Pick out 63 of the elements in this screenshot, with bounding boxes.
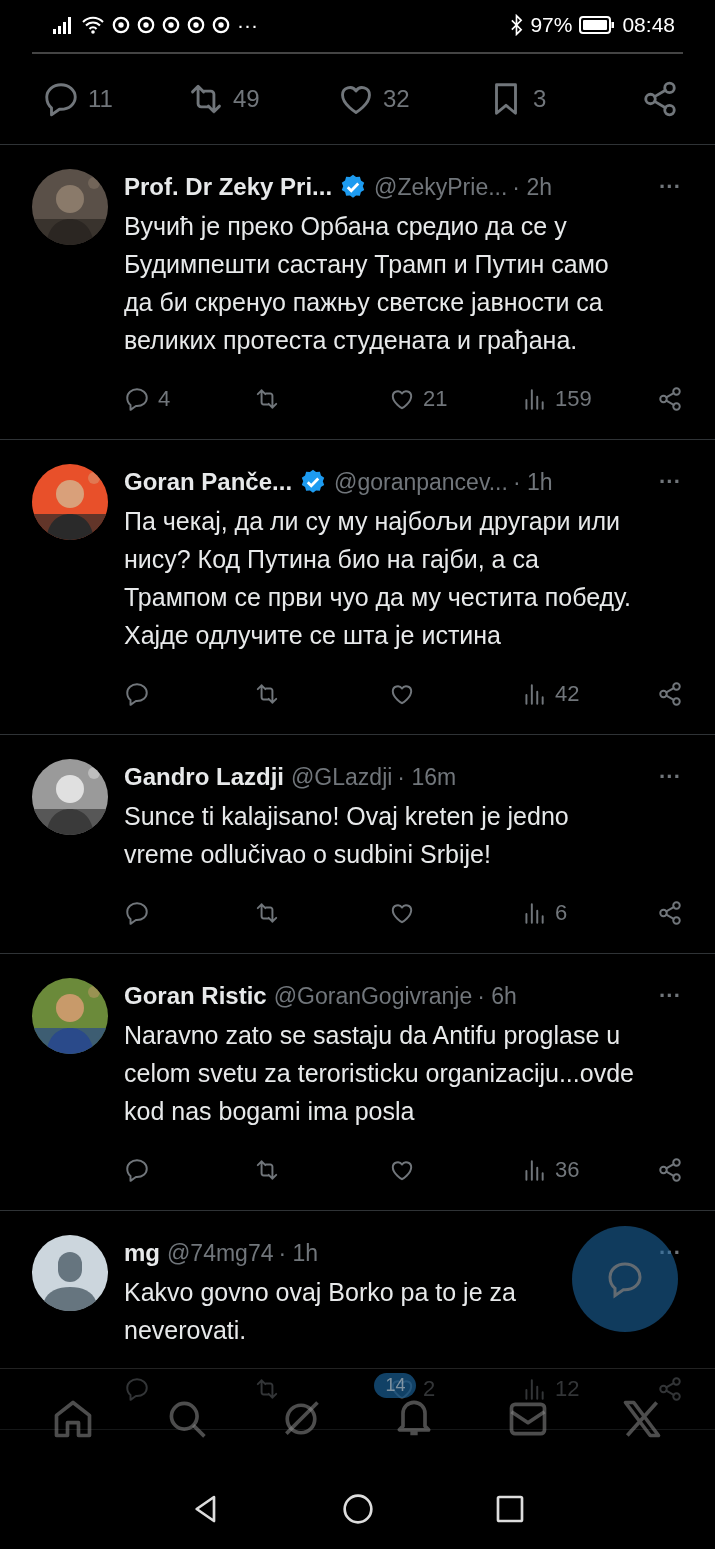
browser-icon [212, 16, 230, 34]
reply-count: 4 [158, 386, 171, 412]
reply-text: Kakvo govno ovaj Borko pa to je za neverovati. [124, 1277, 517, 1346]
user-handle[interactable]: @74mg74 [167, 1239, 274, 1267]
user-handle[interactable]: @goranpancev... [334, 468, 508, 496]
reply-icon[interactable] [124, 386, 150, 412]
wifi-icon [81, 16, 105, 34]
reply-icon[interactable] [124, 681, 150, 707]
like-count: 21 [423, 386, 448, 412]
repost-icon[interactable] [254, 900, 280, 926]
clock: 08:48 [622, 13, 675, 37]
view-count: 6 [555, 900, 568, 926]
more-options-button[interactable]: ··· [659, 764, 681, 790]
signal-icon [52, 16, 74, 34]
browser-icon [112, 16, 130, 34]
view-count: 36 [555, 1157, 580, 1183]
share-icon[interactable] [657, 386, 683, 412]
reply-icon[interactable] [42, 80, 80, 118]
view-count: 159 [555, 386, 592, 412]
browser-icon [137, 16, 155, 34]
browser-icon [187, 16, 205, 34]
bluetooth-icon [510, 14, 524, 36]
home-circle-icon[interactable] [341, 1493, 374, 1525]
post-time: · 16m [397, 763, 457, 791]
reply-text: Sunce ti kalajisano! Ovaj kreten je jedno vreme odlučivao o sudbini Srbije! [124, 801, 570, 870]
reply-count: 11 [88, 85, 113, 113]
author-name[interactable]: Goran Panče... [124, 468, 293, 496]
author-name[interactable]: Goran Ristic [124, 982, 267, 1010]
reply-icon[interactable] [124, 900, 150, 926]
post-time: · 1h [278, 1239, 319, 1267]
browser-icon [162, 16, 180, 34]
author-name[interactable]: Gandro Lazdji [124, 763, 284, 791]
view-count: 42 [555, 681, 580, 707]
repost-icon[interactable] [254, 386, 280, 412]
more-options-button[interactable]: ··· [659, 174, 681, 200]
repost-count: 49 [233, 85, 260, 113]
more-options-button[interactable]: ··· [659, 469, 681, 495]
more-notifications: ··· [237, 13, 258, 37]
post-time: · 2h [512, 173, 552, 201]
reply-icon[interactable] [124, 1157, 150, 1183]
user-handle[interactable]: @GoranGogivranje [273, 982, 473, 1010]
notification-badge: 14 [374, 1373, 417, 1398]
more-options-button[interactable]: ··· [659, 983, 681, 1009]
repost-icon[interactable] [254, 1157, 280, 1183]
reply-text: Вучић је преко Орбана средио да се у Будимпешти састану Трамп и Путин само да би скренуо пажњу светске јавности са великих протеста студената и грађана. [124, 211, 610, 356]
default-avatar-icon [32, 1235, 108, 1311]
share-icon[interactable] [657, 900, 683, 926]
user-handle[interactable]: @GLazdji [291, 763, 393, 791]
share-icon[interactable] [641, 80, 679, 118]
author-name[interactable]: mg [124, 1239, 160, 1267]
like-count: 32 [383, 85, 410, 113]
post-time: · 1h [512, 468, 553, 496]
author-name[interactable]: Prof. Dr Zeky Pri... [124, 173, 333, 201]
battery-icon [579, 16, 616, 34]
reply-text: Naravno zato se sastaju da Antifu proglase u celom svetu za teroristicku organizaciju...ovde kod nas bogami ima posla [124, 1020, 635, 1127]
share-icon[interactable] [657, 681, 683, 707]
share-icon[interactable] [657, 1157, 683, 1183]
reply-text: Па чекај, да ли су му најбољи другари или нису? Код Путина био на гајби, а са Трампом се први чуо да му честита победу. Хајде одлучите се шта је истина [124, 506, 633, 651]
repost-icon[interactable] [254, 681, 280, 707]
user-handle[interactable]: @ZekyPrie... [374, 173, 508, 201]
post-time: · 6h [477, 982, 517, 1010]
battery-percent: 97% [530, 13, 573, 37]
bookmark-count: 3 [533, 85, 547, 113]
